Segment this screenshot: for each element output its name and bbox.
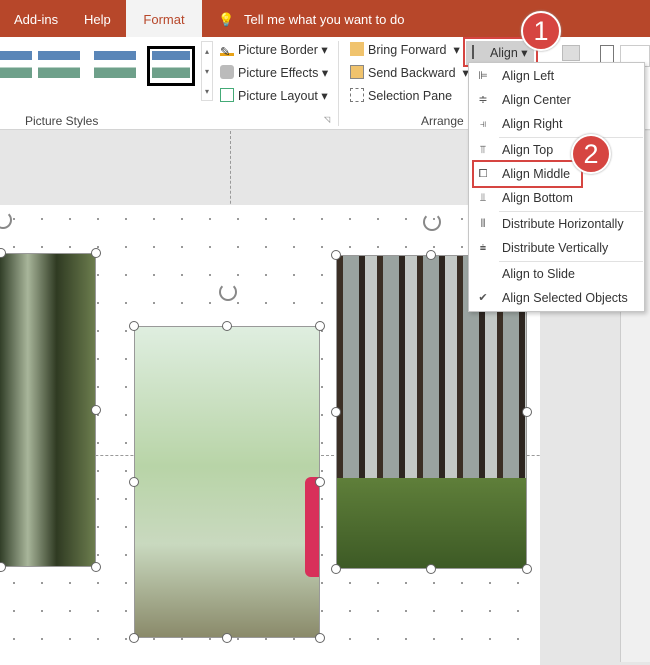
callout-step-1: 1 [521,11,561,51]
align-bottom-icon: ⫫ [479,192,487,204]
rotate-handle-icon[interactable] [219,283,237,301]
picture-border-button[interactable]: ✎ Picture Border ▾ [220,40,328,60]
group-icon[interactable] [562,45,580,61]
resize-handle[interactable] [315,477,325,487]
align-left-icon: ⊫ [478,70,488,82]
misty-forest-picture[interactable] [134,326,320,638]
resize-handle[interactable] [522,564,532,574]
menu-item-align-left[interactable]: ⊫ Align Left [469,64,644,88]
resize-handle[interactable] [222,321,232,331]
red-flowers [305,477,319,577]
picture-layout-button[interactable]: Picture Layout ▾ [220,86,328,106]
picture-layout-icon [220,88,234,102]
resize-handle[interactable] [522,407,532,417]
resize-handle[interactable] [331,564,341,574]
send-backward-icon [350,65,364,79]
callout-step-2: 2 [571,134,611,174]
forest-picture-left[interactable] [0,253,96,567]
resize-handle[interactable] [91,248,101,258]
picture-style-thumb[interactable] [94,51,136,81]
resize-handle[interactable] [222,633,232,643]
resize-handle[interactable] [331,407,341,417]
picture-effects-icon [220,65,234,79]
distribute-horizontal-icon: ⫴ [480,218,486,230]
picture-border-icon: ✎ [220,42,234,59]
resize-handle[interactable] [315,633,325,643]
menu-item-align-selected-objects[interactable]: ✔ Align Selected Objects [469,286,644,310]
tell-me-search[interactable]: Tell me what you want to do [244,0,404,37]
picture-style-thumb[interactable] [38,51,80,81]
picture-style-thumb[interactable] [0,51,32,81]
menu-item-align-top[interactable]: ⫪ Align Top [469,138,644,162]
resize-handle[interactable] [426,250,436,260]
align-center-icon: ≑ [478,94,488,106]
resize-handle[interactable] [129,633,139,643]
group-label-arrange: Arrange [421,114,464,128]
rotate-icon[interactable] [600,45,614,63]
resize-handle[interactable] [426,564,436,574]
picture-effects-button[interactable]: Picture Effects ▾ [220,63,328,83]
resize-handle[interactable] [331,250,341,260]
tab-add-ins[interactable]: Add-ins [14,0,58,37]
menu-item-distribute-horizontally[interactable]: ⫴ Distribute Horizontally [469,212,644,236]
menu-item-align-center[interactable]: ≑ Align Center [469,88,644,112]
highlight-box-align-middle [472,160,583,188]
tab-help[interactable]: Help [84,0,111,37]
distribute-vertical-icon: ⩧ [479,242,487,254]
menu-item-distribute-vertically[interactable]: ⩧ Distribute Vertically [469,236,644,260]
dialog-launcher-icon[interactable]: ◹ [324,115,330,124]
resize-handle[interactable] [91,562,101,572]
gallery-scroll[interactable]: ▴ ▾ ▾ [201,41,213,101]
align-right-icon: ⫣ [479,118,487,130]
menu-item-align-to-slide[interactable]: Align to Slide [469,262,644,286]
resize-handle[interactable] [315,321,325,331]
checkmark-icon: ✔ [478,292,488,304]
rotate-handle-icon[interactable] [423,213,441,231]
resize-handle[interactable] [129,477,139,487]
selection-pane-button[interactable]: Selection Pane [350,86,452,106]
send-backward-button[interactable]: Send Backward ▾ [350,63,469,83]
bring-forward-button[interactable]: Bring Forward ▾ [350,40,460,60]
group-label-picture-styles: Picture Styles [25,114,99,128]
grass [337,478,526,568]
resize-handle[interactable] [129,321,139,331]
bring-forward-icon [350,42,364,56]
resize-handle[interactable] [91,405,101,415]
lightbulb-icon: 💡 [218,12,235,27]
align-top-icon: ⫪ [479,144,487,156]
tab-format[interactable]: Format [126,0,202,37]
selection-pane-icon [350,88,364,102]
menu-item-align-right[interactable]: ⫣ Align Right [469,112,644,136]
picture-style-thumb-selected[interactable] [147,46,195,86]
divider [338,41,339,126]
menu-item-align-bottom[interactable]: ⫫ Align Bottom [469,186,644,210]
